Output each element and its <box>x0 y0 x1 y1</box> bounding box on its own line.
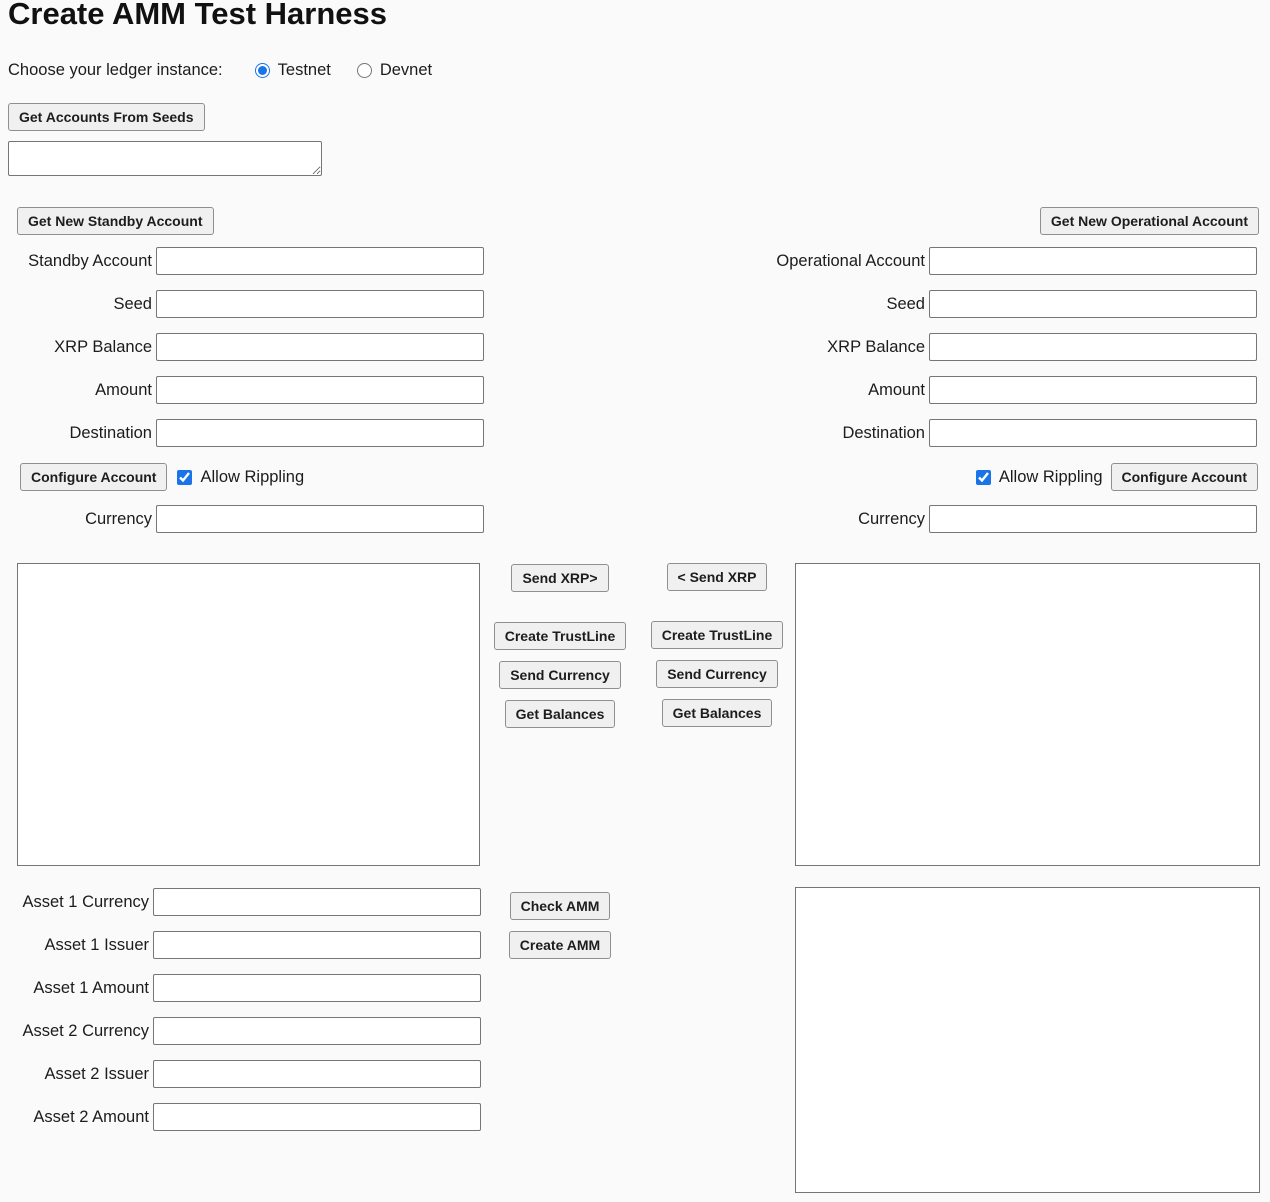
standby-seed-input[interactable] <box>156 290 484 318</box>
asset2-currency-label: Asset 2 Currency <box>0 1022 153 1041</box>
standby-account-row: Standby Account <box>0 247 484 275</box>
asset2-issuer-label: Asset 2 Issuer <box>0 1065 153 1084</box>
operational-xrp-balance-row: XRP Balance <box>773 333 1257 361</box>
operational-allow-rippling-option[interactable]: Allow Rippling <box>976 468 1103 487</box>
operational-currency-input[interactable] <box>929 505 1257 533</box>
standby-xrp-balance-input[interactable] <box>156 333 484 361</box>
operational-seed-row: Seed <box>773 290 1257 318</box>
standby-currency-row: Currency <box>0 505 484 533</box>
operational-destination-row: Destination <box>773 419 1257 447</box>
amm-test-harness-page: Create AMM Test Harness Choose your ledg… <box>0 0 1270 1202</box>
operational-xrp-balance-input[interactable] <box>929 333 1257 361</box>
operational-configure-row: Allow Rippling Configure Account <box>976 463 1258 491</box>
get-accounts-from-seeds-button[interactable]: Get Accounts From Seeds <box>8 103 205 131</box>
operational-send-currency-button[interactable]: Send Currency <box>656 660 778 688</box>
standby-account-input[interactable] <box>156 247 484 275</box>
standby-configure-account-button[interactable]: Configure Account <box>20 463 167 491</box>
standby-create-trustline-button[interactable]: Create TrustLine <box>494 622 626 650</box>
standby-allow-rippling-option[interactable]: Allow Rippling <box>177 468 304 487</box>
ledger-instance-label: Choose your ledger instance: <box>8 61 223 80</box>
standby-currency-input[interactable] <box>156 505 484 533</box>
standby-xrp-balance-label: XRP Balance <box>0 338 156 357</box>
standby-results-textarea[interactable] <box>17 563 480 866</box>
asset1-currency-label: Asset 1 Currency <box>0 893 153 912</box>
send-xrp-to-standby-button[interactable]: < Send XRP <box>667 563 768 591</box>
asset2-amount-row: Asset 2 Amount <box>0 1103 481 1131</box>
standby-configure-row: Configure Account Allow Rippling <box>20 463 304 491</box>
amm-results-textarea[interactable] <box>795 887 1260 1193</box>
send-xrp-to-operational-button[interactable]: Send XRP> <box>511 564 608 592</box>
operational-create-trustline-button[interactable]: Create TrustLine <box>651 621 783 649</box>
standby-seed-label: Seed <box>0 295 156 314</box>
operational-account-row: Operational Account <box>773 247 1257 275</box>
asset2-currency-row: Asset 2 Currency <box>0 1017 481 1045</box>
operational-get-balances-button[interactable]: Get Balances <box>662 699 773 727</box>
standby-destination-input[interactable] <box>156 419 484 447</box>
standby-seed-row: Seed <box>0 290 484 318</box>
asset1-issuer-label: Asset 1 Issuer <box>0 936 153 955</box>
operational-allow-rippling-checkbox[interactable] <box>976 470 991 485</box>
standby-fields: Standby Account Seed XRP Balance Amount … <box>0 247 484 447</box>
standby-allow-rippling-checkbox[interactable] <box>177 470 192 485</box>
standby-account-label: Standby Account <box>0 252 156 271</box>
operational-amount-label: Amount <box>773 381 929 400</box>
testnet-radio[interactable] <box>255 63 270 78</box>
operational-account-label: Operational Account <box>773 252 929 271</box>
asset1-currency-input[interactable] <box>153 888 481 916</box>
standby-destination-label: Destination <box>0 424 156 443</box>
operational-allow-rippling-label: Allow Rippling <box>999 468 1103 487</box>
amm-actions-column: Check AMM Create AMM <box>482 892 638 970</box>
devnet-radio-label: Devnet <box>380 61 432 80</box>
standby-amount-input[interactable] <box>156 376 484 404</box>
operational-currency-label: Currency <box>773 510 929 529</box>
testnet-radio-label: Testnet <box>278 61 331 80</box>
create-amm-button[interactable]: Create AMM <box>509 931 611 959</box>
operational-account-input[interactable] <box>929 247 1257 275</box>
page-title: Create AMM Test Harness <box>8 0 387 32</box>
ledger-instance-row: Choose your ledger instance: Testnet Dev… <box>8 58 432 82</box>
standby-send-currency-button[interactable]: Send Currency <box>499 661 621 689</box>
operational-destination-input[interactable] <box>929 419 1257 447</box>
operational-actions-column: < Send XRP Create TrustLine Send Currenc… <box>639 563 795 738</box>
operational-seed-input[interactable] <box>929 290 1257 318</box>
standby-xrp-balance-row: XRP Balance <box>0 333 484 361</box>
standby-currency-label: Currency <box>0 510 156 529</box>
standby-actions-column: Send XRP> Create TrustLine Send Currency… <box>482 564 638 739</box>
operational-results-textarea[interactable] <box>795 563 1260 866</box>
asset1-amount-label: Asset 1 Amount <box>0 979 153 998</box>
devnet-radio[interactable] <box>357 63 372 78</box>
asset1-issuer-input[interactable] <box>153 931 481 959</box>
asset1-currency-row: Asset 1 Currency <box>0 888 481 916</box>
standby-amount-row: Amount <box>0 376 484 404</box>
operational-fields: Operational Account Seed XRP Balance Amo… <box>773 247 1257 447</box>
get-new-operational-account-button[interactable]: Get New Operational Account <box>1040 207 1259 235</box>
standby-get-balances-button[interactable]: Get Balances <box>505 700 616 728</box>
operational-amount-row: Amount <box>773 376 1257 404</box>
amm-asset-fields: Asset 1 Currency Asset 1 Issuer Asset 1 … <box>0 888 481 1131</box>
asset2-currency-input[interactable] <box>153 1017 481 1045</box>
asset2-issuer-input[interactable] <box>153 1060 481 1088</box>
operational-seed-label: Seed <box>773 295 929 314</box>
operational-amount-input[interactable] <box>929 376 1257 404</box>
standby-amount-label: Amount <box>0 381 156 400</box>
asset1-issuer-row: Asset 1 Issuer <box>0 931 481 959</box>
standby-allow-rippling-label: Allow Rippling <box>200 468 304 487</box>
asset1-amount-input[interactable] <box>153 974 481 1002</box>
seeds-textarea[interactable] <box>8 141 322 176</box>
operational-configure-account-button[interactable]: Configure Account <box>1111 463 1258 491</box>
operational-currency-row: Currency <box>773 505 1257 533</box>
radio-option-testnet[interactable]: Testnet <box>255 61 331 80</box>
asset2-amount-input[interactable] <box>153 1103 481 1131</box>
operational-xrp-balance-label: XRP Balance <box>773 338 929 357</box>
asset2-issuer-row: Asset 2 Issuer <box>0 1060 481 1088</box>
standby-destination-row: Destination <box>0 419 484 447</box>
asset1-amount-row: Asset 1 Amount <box>0 974 481 1002</box>
check-amm-button[interactable]: Check AMM <box>510 892 611 920</box>
operational-destination-label: Destination <box>773 424 929 443</box>
radio-option-devnet[interactable]: Devnet <box>357 61 432 80</box>
get-new-standby-account-button[interactable]: Get New Standby Account <box>17 207 214 235</box>
asset2-amount-label: Asset 2 Amount <box>0 1108 153 1127</box>
